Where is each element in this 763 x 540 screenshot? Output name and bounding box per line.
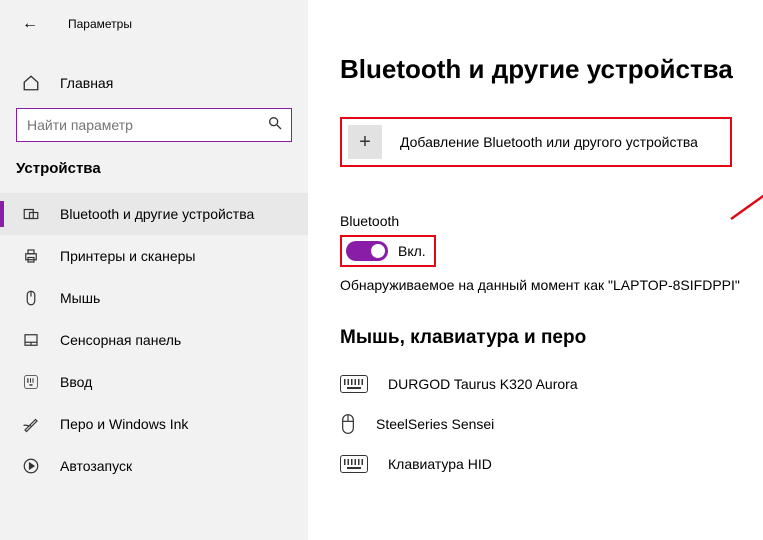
home-nav[interactable]: Главная: [0, 64, 308, 102]
section-label: Устройства: [0, 160, 308, 193]
device-name: SteelSeries Sensei: [376, 416, 494, 432]
plus-icon: +: [348, 125, 382, 159]
window-title: Параметры: [68, 17, 132, 31]
bluetooth-state: Вкл.: [398, 243, 426, 259]
nav-label: Принтеры и сканеры: [60, 248, 195, 264]
nav-label: Перо и Windows Ink: [60, 416, 188, 432]
bluetooth-toggle[interactable]: Вкл.: [340, 235, 436, 267]
back-icon[interactable]: ←: [22, 16, 38, 32]
nav-autoplay[interactable]: Автозапуск: [0, 445, 308, 487]
bluetooth-label: Bluetooth: [340, 213, 743, 229]
device-name: Клавиатура HID: [388, 456, 492, 472]
autoplay-icon: [22, 457, 40, 475]
search-icon: [267, 115, 283, 135]
toggle-switch-icon: [346, 241, 388, 261]
nav-pen[interactable]: Перо и Windows Ink: [0, 403, 308, 445]
devices-icon: [22, 205, 40, 223]
keyboard-icon: [340, 375, 368, 393]
device-row[interactable]: DURGOD Taurus K320 Aurora: [340, 365, 743, 403]
home-label: Главная: [60, 75, 113, 91]
add-device-button[interactable]: + Добавление Bluetooth или другого устро…: [340, 117, 732, 167]
nav-bluetooth[interactable]: Bluetooth и другие устройства: [0, 193, 308, 235]
page-title: Bluetooth и другие устройства: [340, 54, 743, 85]
nav-label: Мышь: [60, 290, 100, 306]
printer-icon: [22, 247, 40, 265]
search-box[interactable]: [16, 108, 292, 142]
keyboard-icon: [340, 455, 368, 473]
nav-label: Bluetooth и другие устройства: [60, 206, 254, 222]
nav-printers[interactable]: Принтеры и сканеры: [0, 235, 308, 277]
nav-label: Автозапуск: [60, 458, 132, 474]
device-row[interactable]: Клавиатура HID: [340, 445, 743, 483]
pen-icon: [22, 415, 40, 433]
nav-label: Ввод: [60, 374, 92, 390]
nav-label: Сенсорная панель: [60, 332, 181, 348]
touchpad-icon: [22, 331, 40, 349]
nav-mouse[interactable]: Мышь: [0, 277, 308, 319]
nav-typing[interactable]: Ввод: [0, 361, 308, 403]
device-row[interactable]: SteelSeries Sensei: [340, 403, 743, 445]
home-icon: [22, 74, 40, 92]
device-name: DURGOD Taurus K320 Aurora: [388, 376, 578, 392]
mouse-icon: [340, 413, 356, 435]
mouse-icon: [22, 289, 40, 307]
devices-heading: Мышь, клавиатура и перо: [340, 327, 743, 349]
search-input[interactable]: [27, 117, 267, 133]
nav-touchpad[interactable]: Сенсорная панель: [0, 319, 308, 361]
discoverable-text: Обнаруживаемое на данный момент как "LAP…: [340, 277, 743, 293]
keyboard-icon: [22, 373, 40, 391]
add-device-label: Добавление Bluetooth или другого устройс…: [400, 134, 698, 150]
